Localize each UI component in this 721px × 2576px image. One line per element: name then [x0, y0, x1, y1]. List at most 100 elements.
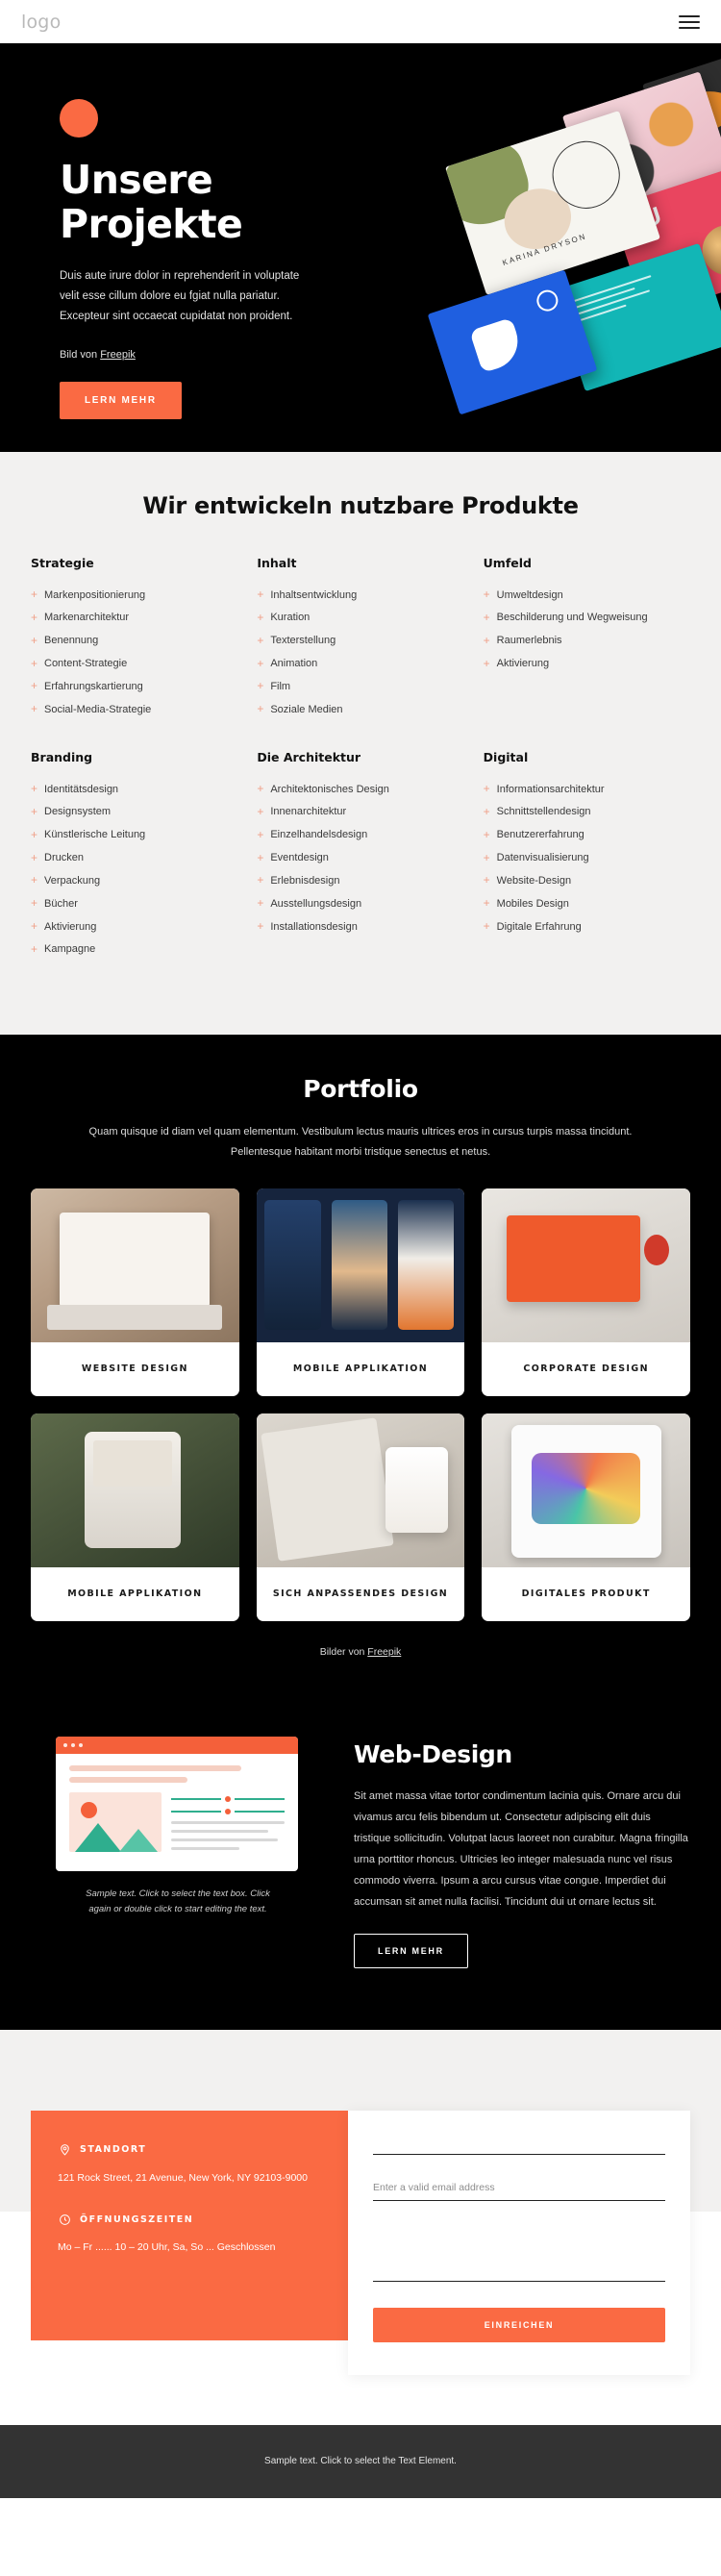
services-list-item[interactable]: + Beschilderung und Wegweisung: [484, 607, 690, 630]
services-list-item[interactable]: + Benutzererfahrung: [484, 824, 690, 847]
portfolio-credit-link[interactable]: Freepik: [367, 1646, 401, 1658]
browser-titlebar: [56, 1736, 298, 1754]
services-list-item[interactable]: + Inhaltsentwicklung: [257, 584, 463, 607]
plus-icon: +: [257, 679, 264, 693]
services-list-item[interactable]: + Innenarchitektur: [257, 801, 463, 824]
slider-row: [171, 1795, 285, 1802]
portfolio-card[interactable]: WEBSITE DESIGN: [31, 1188, 239, 1396]
services-item-label: Künstlerische Leitung: [44, 829, 146, 841]
services-list-item[interactable]: + Soziale Medien: [257, 698, 463, 721]
page-root: logo SU KARINA DRYSON Unsere Pro: [0, 0, 721, 2498]
services-list-item[interactable]: + Ausstellungsdesign: [257, 892, 463, 915]
services-list-item[interactable]: + Schnittstellendesign: [484, 801, 690, 824]
message-textarea[interactable]: [373, 2221, 665, 2282]
plus-icon: +: [483, 782, 490, 796]
services-column-inhalt: Inhalt + Inhaltsentwicklung + Kuration + Te…: [257, 556, 463, 721]
burger-line: [679, 20, 700, 23]
collage-card-blue: [427, 269, 598, 415]
services-list-item[interactable]: + Architektonisches Design: [257, 778, 463, 801]
services-list-item[interactable]: + Raumerlebnis: [484, 630, 690, 653]
submit-button[interactable]: EINREICHEN: [373, 2307, 665, 2342]
services-item-label: Website-Design: [496, 874, 572, 887]
services-list-item[interactable]: + Aktivierung: [484, 653, 690, 676]
services-list-item[interactable]: + Mobiles Design: [484, 892, 690, 915]
portfolio-thumbnail: [482, 1413, 690, 1567]
services-list-item[interactable]: + Social-Media-Strategie: [31, 698, 237, 721]
plus-icon: +: [257, 827, 264, 841]
services-item-label: Kampagne: [44, 943, 96, 956]
services-item-label: Innenarchitektur: [270, 806, 347, 818]
services-list-item[interactable]: + Künstlerische Leitung: [31, 824, 237, 847]
services-list-item[interactable]: + Kampagne: [31, 938, 237, 962]
plus-icon: +: [31, 588, 38, 601]
services-list-item[interactable]: + Umweltdesign: [484, 584, 690, 607]
webdesign-cta-button[interactable]: LERN MEHR: [354, 1933, 468, 1968]
services-list-item[interactable]: + Kuration: [257, 607, 463, 630]
services-list-item[interactable]: + Erlebnisdesign: [257, 869, 463, 892]
services-list-item[interactable]: + Informationsarchitektur: [484, 778, 690, 801]
email-input[interactable]: [373, 2175, 665, 2201]
services-section: Wir entwickeln nutzbare Produkte Strateg…: [0, 452, 721, 1035]
services-list-item[interactable]: + Einzelhandelsdesign: [257, 824, 463, 847]
services-list-item[interactable]: + Drucken: [31, 847, 237, 870]
services-list-item[interactable]: + Film: [257, 675, 463, 698]
plus-icon: +: [31, 850, 38, 864]
services-item-label: Markenarchitektur: [44, 612, 130, 624]
services-list-item[interactable]: + Bücher: [31, 892, 237, 915]
contact-address: 121 Rock Street, 21 Avenue, New York, NY…: [58, 2171, 308, 2184]
portfolio-card[interactable]: MOBILE APPLIKATION: [256, 1188, 465, 1396]
services-list-item[interactable]: + Aktivierung: [31, 915, 237, 938]
contact-email-field-wrap: [373, 2175, 665, 2201]
clock-24-icon: [58, 2213, 71, 2226]
plus-icon: +: [257, 702, 264, 716]
plus-icon: +: [257, 588, 264, 601]
services-item-label: Erfahrungskartierung: [44, 680, 143, 692]
services-item-label: Beschilderung und Wegweisung: [496, 612, 648, 624]
portfolio-card[interactable]: MOBILE APPLIKATION: [31, 1413, 239, 1621]
illustration-image: [69, 1791, 162, 1852]
plus-icon: +: [483, 804, 490, 818]
services-column-heading: Branding: [31, 750, 93, 765]
plus-icon: +: [31, 919, 38, 934]
services-column-heading: Umfeld: [483, 556, 532, 570]
services-list-item[interactable]: + Markenpositionierung: [31, 584, 237, 607]
name-input[interactable]: [373, 2129, 665, 2155]
services-list-item[interactable]: + Erfahrungskartierung: [31, 675, 237, 698]
services-list-item[interactable]: + Identitätsdesign: [31, 778, 237, 801]
services-list-item[interactable]: + Markenarchitektur: [31, 607, 237, 630]
portfolio-card[interactable]: DIGITALES PRODUKT: [482, 1413, 690, 1621]
services-list-item[interactable]: + Benennung: [31, 630, 237, 653]
illustration-text-column: [171, 1792, 285, 1856]
services-list-item[interactable]: + Datenvisualisierung: [484, 847, 690, 870]
services-item-label: Benutzererfahrung: [496, 829, 584, 841]
portfolio-card[interactable]: SICH ANPASSENDES DESIGN: [256, 1413, 465, 1621]
services-item-label: Schnittstellendesign: [496, 806, 591, 818]
services-list-item[interactable]: + Content-Strategie: [31, 653, 237, 676]
services-list-item[interactable]: + Animation: [257, 653, 463, 676]
hero-credit-link[interactable]: Freepik: [100, 349, 136, 361]
services-list-item[interactable]: + Designsystem: [31, 801, 237, 824]
burger-line: [679, 26, 700, 29]
services-list-item[interactable]: + Verpackung: [31, 869, 237, 892]
services-item-label: Digitale Erfahrung: [496, 920, 582, 933]
portfolio-card-label: WEBSITE DESIGN: [81, 1363, 188, 1375]
services-list-item[interactable]: + Installationsdesign: [257, 915, 463, 938]
contact-name-field-wrap: [373, 2129, 665, 2155]
portfolio-lead: Quam quisque id diam vel quam elementum.…: [88, 1125, 633, 1159]
services-list-item[interactable]: + Texterstellung: [257, 630, 463, 653]
plus-icon: +: [31, 656, 38, 670]
services-list-item[interactable]: + Digitale Erfahrung: [484, 915, 690, 938]
site-logo[interactable]: logo: [21, 12, 61, 33]
hero-cta-button[interactable]: LERN MEHR: [60, 381, 182, 419]
contact-hours-title: ÖFFNUNGSZEITEN: [80, 2213, 194, 2225]
portfolio-card[interactable]: CORPORATE DESIGN: [482, 1188, 690, 1396]
services-list: + Architektonisches Design + Innenarchitek…: [257, 778, 463, 938]
sun-shape: [81, 1801, 97, 1818]
services-list-item[interactable]: + Website-Design: [484, 869, 690, 892]
portfolio-card-label: SICH ANPASSENDES DESIGN: [272, 1588, 449, 1600]
hamburger-menu-icon[interactable]: [679, 14, 700, 29]
services-item-label: Markenpositionierung: [44, 588, 146, 601]
services-list-item[interactable]: + Eventdesign: [257, 847, 463, 870]
contact-location-block: STANDORT 121 Rock Street, 21 Avenue, New…: [58, 2143, 321, 2188]
services-item-label: Umweltdesign: [496, 588, 563, 601]
